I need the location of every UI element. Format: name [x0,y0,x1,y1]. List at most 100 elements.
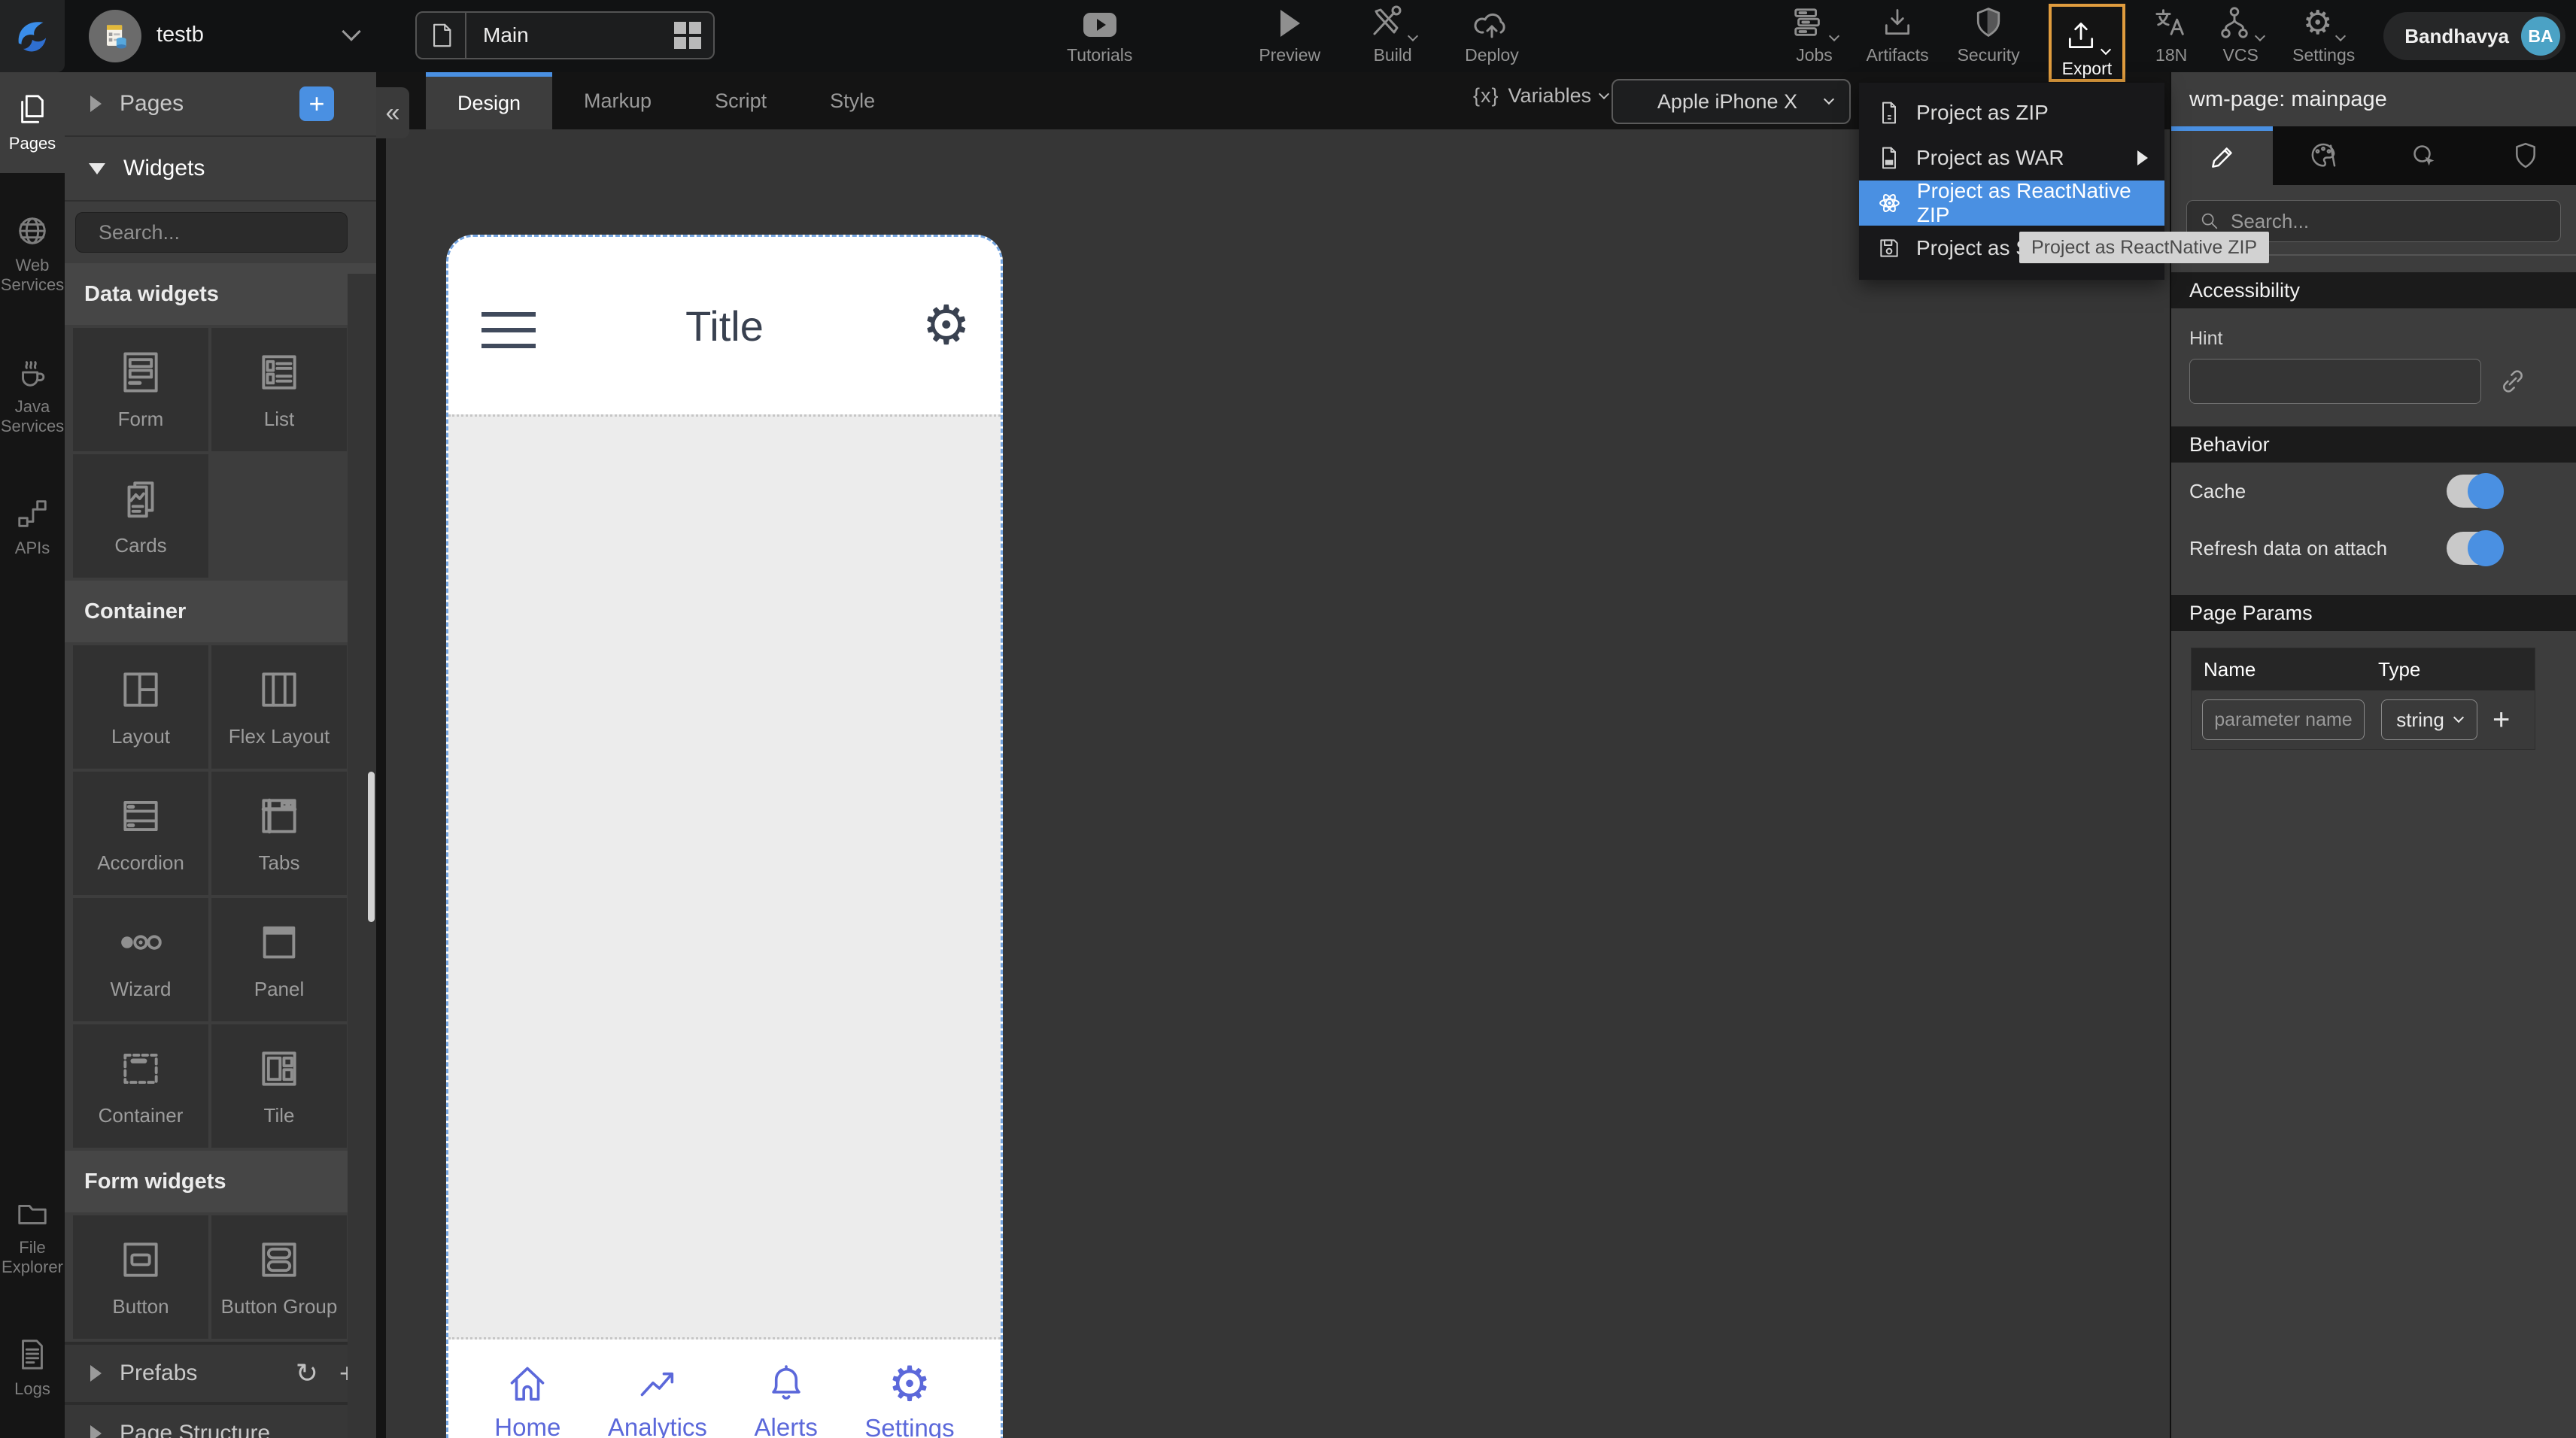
hamburger-menu-icon[interactable] [481,312,536,348]
menu-item-label: Project as ReactNative ZIP [1917,179,2148,227]
hint-input[interactable] [2189,359,2481,404]
collapse-panel-button[interactable]: « [376,87,409,138]
click-cursor-icon [2409,141,2439,171]
palette-scrollbar[interactable] [368,772,375,922]
jobs-icon [1791,5,1826,40]
phone-mockup[interactable]: Title ⚙ Home Analytics [446,235,1003,1438]
build-button[interactable]: Build [1368,0,1417,72]
widget-container[interactable]: Container [73,1024,208,1148]
rail-item-apis[interactable]: APIs [0,477,65,578]
widget-label: Cards [114,534,166,557]
widget-button[interactable]: Button [73,1215,208,1339]
menu-item-project-as-war[interactable]: Project as WAR [1859,135,2164,181]
phone-content-area[interactable] [448,414,1001,1339]
widget-search[interactable] [75,212,348,253]
tab-markup[interactable]: Markup [552,72,683,129]
widget-cards[interactable]: Cards [73,454,208,578]
variables-button[interactable]: {x} Variables [1473,84,1608,108]
nav-item-settings[interactable]: ⚙ Settings [864,1361,954,1438]
tab-properties[interactable] [2171,126,2273,185]
grid-view-icon[interactable] [674,22,701,49]
refresh-data-label: Refresh data on attach [2189,537,2447,560]
artifacts-button[interactable]: Artifacts [1867,0,1929,72]
add-page-button[interactable]: + [299,86,334,121]
export-button[interactable]: Export [2049,4,2125,82]
behavior-section-header[interactable]: Behavior [2171,426,2576,463]
device-selector[interactable]: Apple iPhone X [1612,79,1851,124]
phone-header[interactable]: Title ⚙ [448,237,1001,414]
hint-label: Hint [2189,328,2576,350]
security-button[interactable]: Security [1958,0,2020,72]
widget-tabs[interactable]: Tabs [211,772,347,895]
page-selector[interactable]: Main [415,11,715,59]
refresh-data-toggle[interactable] [2447,532,2502,565]
tab-style[interactable]: Style [798,72,907,129]
tab-styles[interactable] [2273,126,2374,185]
preview-button[interactable]: Preview [1259,0,1320,72]
widget-list[interactable]: List [211,328,347,451]
tab-design[interactable]: Design [426,72,552,129]
rail-item-web-services[interactable]: Web Services [0,194,65,314]
tab-events[interactable] [2374,126,2475,185]
bind-link-icon[interactable] [2498,366,2528,396]
project-avatar[interactable] [89,10,141,62]
menu-item-project-as-zip[interactable]: Project as ZIP [1859,90,2164,135]
widget-form[interactable]: Form [73,328,208,451]
page-structure-section-header[interactable]: Page Structure [65,1402,376,1438]
widgets-panel: Pages + Widgets Data widgets Form [65,72,376,1438]
form-icon [117,349,164,396]
widget-flex-layout[interactable]: Flex Layout [211,645,347,769]
widget-tile[interactable]: Tile [211,1024,347,1148]
settings-button[interactable]: ⚙ Settings [2292,0,2355,72]
rail-item-file-explorer[interactable]: File Explorer [0,1176,65,1297]
pages-section-header[interactable]: Pages + [65,72,376,137]
widgets-section-header[interactable]: Widgets [65,137,376,202]
section-container: Container [65,581,376,642]
tab-script[interactable]: Script [683,72,798,129]
page-params-header-row: Name Type [2192,648,2535,690]
widget-label: Layout [111,725,170,748]
user-menu[interactable]: Bandhavya BA [2383,12,2565,60]
widget-search-input[interactable] [99,221,365,244]
widget-wizard[interactable]: Wizard [73,898,208,1021]
nav-item-alerts[interactable]: Alerts [755,1362,818,1438]
jobs-button[interactable]: Jobs [1791,0,1838,72]
i18n-button[interactable]: 18N [2154,0,2189,72]
rail-item-java-services[interactable]: Java Services [0,335,65,456]
accessibility-section-header[interactable]: Accessibility [2171,272,2576,308]
widget-layout[interactable]: Layout [73,645,208,769]
prefabs-section-header[interactable]: Prefabs ↻ + [65,1342,376,1402]
rail-item-logs[interactable]: Logs [0,1318,65,1418]
add-param-button[interactable]: + [2492,703,2510,737]
widget-label: Accordion [97,851,184,875]
property-search-input[interactable] [2231,210,2548,233]
wavemaker-logo[interactable] [0,0,65,72]
cache-toggle[interactable] [2447,475,2502,508]
tutorials-button[interactable]: Tutorials [1067,0,1132,72]
vcs-label: VCS [2223,45,2259,65]
widget-panel[interactable]: Panel [211,898,347,1021]
widget-button-group[interactable]: Button Group [211,1215,347,1339]
widget-accordion[interactable]: Accordion [73,772,208,895]
page-params-section-header[interactable]: Page Params [2171,595,2576,631]
pages-icon [15,92,50,126]
phone-header-gear-icon[interactable]: ⚙ [922,296,971,356]
deploy-label: Deploy [1465,45,1519,65]
caret-right-icon [90,1425,102,1438]
project-chevron-down-icon[interactable] [345,29,358,42]
inspector-tabbar [2171,126,2576,185]
nav-item-analytics[interactable]: Analytics [608,1362,707,1438]
rail-label: File Explorer [2,1238,63,1277]
vcs-button[interactable]: VCS [2217,0,2264,72]
refresh-icon[interactable]: ↻ [296,1358,318,1389]
nav-item-home[interactable]: Home [494,1362,560,1438]
param-type-select[interactable]: string [2381,699,2477,740]
widget-label: Flex Layout [229,725,330,748]
deploy-button[interactable]: Deploy [1465,0,1519,72]
deploy-cloud-icon [1472,7,1511,40]
tab-security[interactable] [2475,126,2576,185]
rail-item-pages[interactable]: Pages [0,72,65,173]
menu-item-project-as-reactnative-zip[interactable]: Project as ReactNative ZIP [1859,181,2164,226]
page-params-row: string + [2192,690,2535,749]
param-name-input[interactable] [2202,699,2365,740]
